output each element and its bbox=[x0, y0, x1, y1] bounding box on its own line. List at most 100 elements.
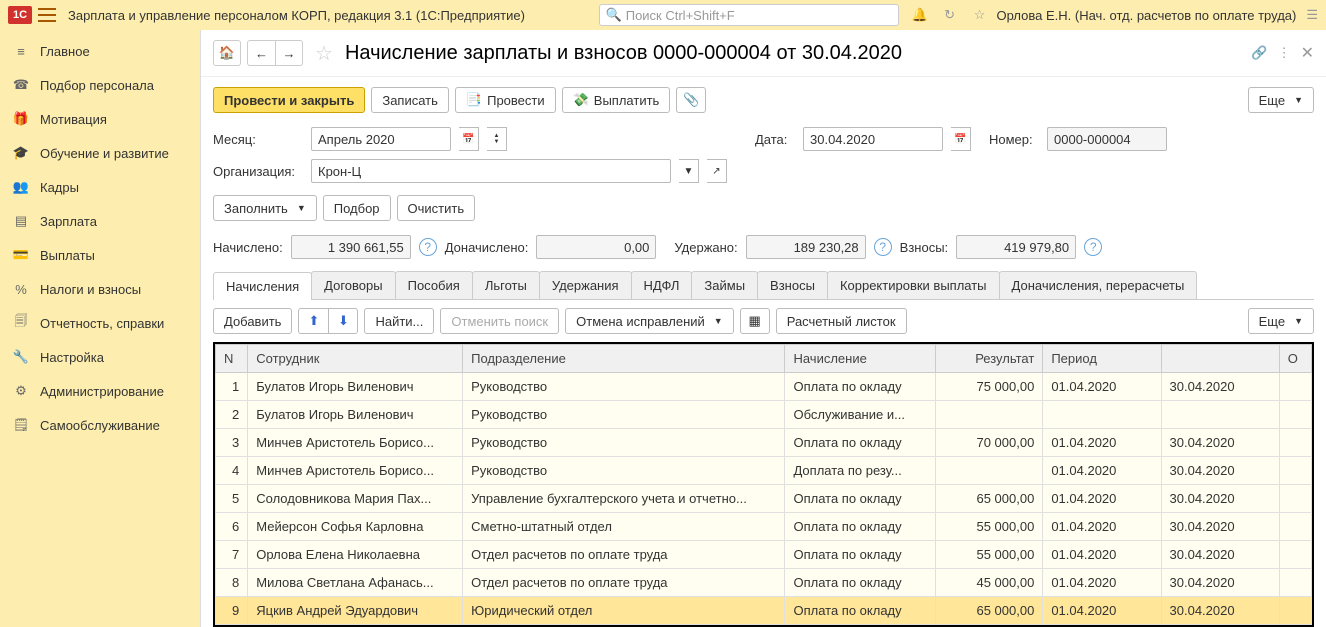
sidebar-item-main[interactable]: ≡Главное bbox=[0, 34, 200, 68]
close-button[interactable]: ✕ bbox=[1301, 43, 1314, 63]
home-icon: ≡ bbox=[12, 42, 30, 60]
attach-button[interactable]: 📎 bbox=[676, 87, 706, 113]
sidebar-item-payments[interactable]: 💳Выплаты bbox=[0, 238, 200, 272]
forward-button[interactable]: → bbox=[275, 40, 303, 66]
tab-recalc[interactable]: Доначисления, перерасчеты bbox=[999, 271, 1198, 299]
sidebar-item-settings[interactable]: 🔧Настройка bbox=[0, 340, 200, 374]
tab-contracts[interactable]: Договоры bbox=[311, 271, 395, 299]
col-period[interactable]: Период bbox=[1043, 345, 1161, 373]
search-icon: 🔍 bbox=[606, 7, 622, 23]
help-icon[interactable]: ? bbox=[419, 238, 437, 256]
search-input[interactable]: 🔍 Поиск Ctrl+Shift+F bbox=[599, 4, 899, 26]
number-input: 0000-000004 bbox=[1047, 127, 1167, 151]
col-period2[interactable] bbox=[1161, 345, 1279, 373]
pay-button[interactable]: 💸Выплатить bbox=[562, 87, 671, 113]
add-button[interactable]: Добавить bbox=[213, 308, 292, 334]
tab-deductions[interactable]: Удержания bbox=[539, 271, 632, 299]
chevron-down-icon: ▼ bbox=[297, 203, 306, 213]
tab-benefits[interactable]: Пособия bbox=[395, 271, 473, 299]
move-up-button[interactable]: ⬆ bbox=[298, 308, 328, 334]
table-row[interactable]: 5Солодовникова Мария Пах...Управление бу… bbox=[216, 485, 1312, 513]
columns-button[interactable]: ▦ bbox=[740, 308, 770, 334]
table-row[interactable]: 2Булатов Игорь ВиленовичРуководствоОбслу… bbox=[216, 401, 1312, 429]
settings-icon[interactable]: ☰ bbox=[1306, 7, 1318, 23]
tab-accruals[interactable]: Начисления bbox=[213, 272, 312, 300]
columns-icon: ▦ bbox=[749, 313, 761, 329]
col-o[interactable]: О bbox=[1279, 345, 1311, 373]
payslip-button[interactable]: Расчетный листок bbox=[776, 308, 907, 334]
tab-corrections[interactable]: Корректировки выплаты bbox=[827, 271, 1000, 299]
move-down-button[interactable]: ⬇ bbox=[328, 308, 358, 334]
tab-loans[interactable]: Займы bbox=[691, 271, 758, 299]
pick-button[interactable]: Подбор bbox=[323, 195, 391, 221]
date-calendar-button[interactable]: 📅 bbox=[951, 127, 971, 151]
col-dept[interactable]: Подразделение bbox=[463, 345, 785, 373]
sidebar-item-salary[interactable]: ▤Зарплата bbox=[0, 204, 200, 238]
org-input[interactable]: Крон-Ц bbox=[311, 159, 671, 183]
burger-button[interactable] bbox=[38, 8, 56, 22]
accruals-table[interactable]: N Сотрудник Подразделение Начисление Рез… bbox=[215, 344, 1312, 625]
table-wrap: N Сотрудник Подразделение Начисление Рез… bbox=[213, 342, 1314, 627]
star-icon[interactable]: ☆ bbox=[971, 6, 989, 24]
col-res[interactable]: Результат bbox=[935, 345, 1042, 373]
org-dropdown-button[interactable]: ▼ bbox=[679, 159, 699, 183]
month-input[interactable]: Апрель 2020 bbox=[311, 127, 451, 151]
sidebar-item-taxes[interactable]: %Налоги и взносы bbox=[0, 272, 200, 306]
post-close-button[interactable]: Провести и закрыть bbox=[213, 87, 365, 113]
start-page-button[interactable]: 🏠 bbox=[213, 40, 241, 66]
doc-header: 🏠 ← → ☆ Начисление зарплаты и взносов 00… bbox=[201, 30, 1326, 77]
table-row[interactable]: 3Минчев Аристотель Борисо...РуководствоО… bbox=[216, 429, 1312, 457]
month-calendar-button[interactable]: 📅 bbox=[459, 127, 479, 151]
bell-icon[interactable]: 🔔 bbox=[911, 6, 929, 24]
topbar: 1C Зарплата и управление персоналом КОРП… bbox=[0, 0, 1326, 30]
sidebar-item-motivation[interactable]: 🎁Мотивация bbox=[0, 102, 200, 136]
pay-icon: 💸 bbox=[573, 92, 589, 108]
sidebar-item-admin[interactable]: ⚙Администрирование bbox=[0, 374, 200, 408]
sidebar-item-recruit[interactable]: ☎Подбор персонала bbox=[0, 68, 200, 102]
col-accr[interactable]: Начисление bbox=[785, 345, 935, 373]
sidebar-item-hr[interactable]: 👥Кадры bbox=[0, 170, 200, 204]
history-icon[interactable]: ↻ bbox=[941, 6, 959, 24]
sidebar-item-reports[interactable]: 🗐Отчетность, справки bbox=[0, 306, 200, 340]
save-button[interactable]: Записать bbox=[371, 87, 449, 113]
cancel-fix-button[interactable]: Отмена исправлений▼ bbox=[565, 308, 734, 334]
table-row[interactable]: 8Милова Светлана Афанась...Отдел расчето… bbox=[216, 569, 1312, 597]
favorite-star-icon[interactable]: ☆ bbox=[315, 41, 333, 66]
tab-contrib[interactable]: Взносы bbox=[757, 271, 828, 299]
form-row-month: Месяц: Апрель 2020 📅 ▲▼ Дата: 30.04.2020… bbox=[201, 123, 1326, 155]
tab-ndfl[interactable]: НДФЛ bbox=[631, 271, 693, 299]
table-toolbar: Добавить ⬆ ⬇ Найти... Отменить поиск Отм… bbox=[201, 300, 1326, 342]
post-button[interactable]: 📑Провести bbox=[455, 87, 556, 113]
clipboard-icon: 🗒 bbox=[12, 416, 30, 434]
table-row[interactable]: 7Орлова Елена НиколаевнаОтдел расчетов п… bbox=[216, 541, 1312, 569]
table-row[interactable]: 6Мейерсон Софья КарловнаСметно-штатный о… bbox=[216, 513, 1312, 541]
more-button[interactable]: Еще▼ bbox=[1248, 87, 1314, 113]
sidebar-item-self[interactable]: 🗒Самообслуживание bbox=[0, 408, 200, 442]
table-row[interactable]: 1Булатов Игорь ВиленовичРуководствоОплат… bbox=[216, 373, 1312, 401]
chevron-down-icon: ▼ bbox=[714, 316, 723, 326]
back-button[interactable]: ← bbox=[247, 40, 275, 66]
doc-title: Начисление зарплаты и взносов 0000-00000… bbox=[345, 42, 902, 65]
withheld-label: Удержано: bbox=[674, 240, 737, 255]
help-icon[interactable]: ? bbox=[874, 238, 892, 256]
date-input[interactable]: 30.04.2020 bbox=[803, 127, 943, 151]
col-n[interactable]: N bbox=[216, 345, 248, 373]
sidebar-item-learning[interactable]: 🎓Обучение и развитие bbox=[0, 136, 200, 170]
col-emp[interactable]: Сотрудник bbox=[248, 345, 463, 373]
user-name[interactable]: Орлова Е.Н. (Нач. отд. расчетов по оплат… bbox=[997, 8, 1297, 23]
table-row[interactable]: 9Яцкив Андрей ЭдуардовичЮридический отде… bbox=[216, 597, 1312, 625]
table-row[interactable]: 4Минчев Аристотель Борисо...РуководствоД… bbox=[216, 457, 1312, 485]
month-spinner[interactable]: ▲▼ bbox=[487, 127, 507, 151]
help-icon[interactable]: ? bbox=[1084, 238, 1102, 256]
find-button[interactable]: Найти... bbox=[364, 308, 434, 334]
org-open-button[interactable]: ↗ bbox=[707, 159, 727, 183]
contrib-value: 419 979,80 bbox=[956, 235, 1076, 259]
fill-button[interactable]: Заполнить▼ bbox=[213, 195, 317, 221]
clear-button[interactable]: Очистить bbox=[397, 195, 476, 221]
tab-discounts[interactable]: Льготы bbox=[472, 271, 540, 299]
kebab-icon[interactable]: ⋮ bbox=[1278, 45, 1291, 61]
paperclip-icon: 📎 bbox=[683, 92, 699, 108]
link-icon[interactable]: 🔗 bbox=[1251, 45, 1267, 61]
table-more-button[interactable]: Еще▼ bbox=[1248, 308, 1314, 334]
arrow-up-icon: ⬆ bbox=[309, 313, 320, 329]
